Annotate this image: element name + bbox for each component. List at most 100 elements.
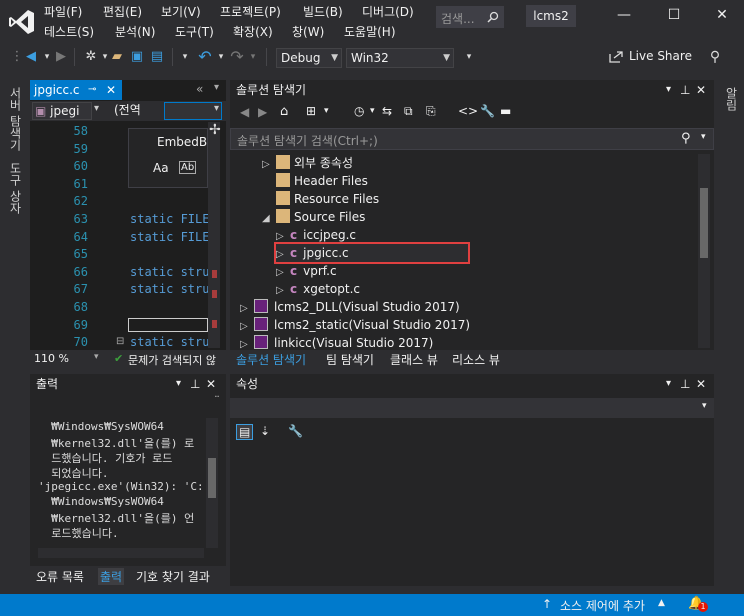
undo-dropdown-icon[interactable]: ▾ xyxy=(176,48,194,66)
tree-item[interactable]: Resource Files xyxy=(230,190,690,208)
pin-icon[interactable]: ⊸ xyxy=(88,80,96,100)
check-circle-icon: ✔ xyxy=(114,352,124,365)
pin-icon[interactable]: ⊥ xyxy=(680,374,690,394)
collapse-region-icon[interactable]: ⊟ xyxy=(116,336,124,347)
solution-bottom-tab[interactable]: 솔루션 탐색기 xyxy=(236,351,306,368)
pending-changes-icon[interactable]: ◷ xyxy=(354,104,364,118)
tab-close-icon[interactable]: ✕ xyxy=(106,80,116,100)
panel-close-icon[interactable]: ✕ xyxy=(206,374,216,394)
menu-debug[interactable]: 디버그(D) xyxy=(362,3,414,20)
save-icon[interactable]: ▣ xyxy=(128,48,146,66)
output-overflow-icon[interactable]: ¨ xyxy=(214,394,220,408)
issues-status[interactable]: 문제가 검색되지 않 xyxy=(128,352,216,368)
zoom-level[interactable]: 110 % xyxy=(34,352,69,365)
code-line[interactable]: static stru xyxy=(130,335,209,349)
solution-bottom-tab[interactable]: 클래스 뷰 xyxy=(390,351,438,368)
match-case-icon[interactable]: Aa xyxy=(153,161,169,175)
scope-nav-select[interactable]: (전역 xyxy=(112,102,162,120)
editor-scrollbar[interactable] xyxy=(208,122,220,348)
output-scrollbar[interactable] xyxy=(206,418,218,548)
menu-edit[interactable]: 편집(E) xyxy=(103,3,142,20)
preview-icon[interactable]: ▬ xyxy=(500,104,511,118)
back-icon[interactable]: ◀ xyxy=(240,105,249,119)
toolbox-tab[interactable]: 도구 상자 xyxy=(4,158,24,218)
pin-icon[interactable]: ⊥ xyxy=(190,374,200,394)
code-line[interactable]: static FILE xyxy=(130,212,209,226)
menu-help[interactable]: 도움말(H) xyxy=(344,23,396,40)
collapse-all-icon[interactable]: ⧉ xyxy=(404,104,413,119)
tree-item[interactable]: ▷ c iccjpeg.c xyxy=(230,226,690,244)
solution-platform-select[interactable]: Win32 ▼ xyxy=(346,48,454,68)
redo-list-icon[interactable]: ▾ xyxy=(244,48,262,66)
sync-icon[interactable]: ⇆ xyxy=(382,104,392,118)
panel-close-icon[interactable]: ✕ xyxy=(696,374,706,394)
split-editor-icon[interactable]: ✢ xyxy=(209,122,221,138)
alphabetical-icon[interactable]: ⇣ xyxy=(260,424,270,438)
categorized-icon[interactable]: ▤ xyxy=(236,424,254,440)
output-bottom-tab[interactable]: 기호 찾기 결과 xyxy=(136,568,210,585)
pin-icon[interactable]: ⊥ xyxy=(680,80,690,100)
save-all-icon[interactable]: ▤ xyxy=(148,48,166,66)
add-to-source-control-button[interactable]: 소스 제어에 추가 xyxy=(560,597,645,614)
solution-configuration-select[interactable]: Debug ▼ xyxy=(276,48,342,68)
code-line[interactable]: static FILE xyxy=(130,230,209,244)
code-line[interactable]: static stru xyxy=(130,282,209,296)
close-button[interactable]: ✕ xyxy=(702,0,742,30)
menu-build[interactable]: 빌드(B) xyxy=(303,3,343,20)
search-icon[interactable]: ⚲ xyxy=(681,131,691,146)
toolbar-overflow-icon[interactable]: ▾ xyxy=(460,48,478,66)
properties-object-select[interactable]: ▾ xyxy=(230,398,714,418)
property-pages-wrench-icon[interactable]: 🔧 xyxy=(288,424,303,438)
window-position-icon[interactable]: ▾ xyxy=(176,374,181,394)
window-position-icon[interactable]: ▾ xyxy=(666,374,671,394)
menu-tools[interactable]: 도구(T) xyxy=(175,23,214,40)
output-bottom-tab[interactable]: 출력 xyxy=(98,568,125,585)
home-icon[interactable]: ⌂ xyxy=(280,104,288,119)
solution-bottom-tab[interactable]: 리소스 뷰 xyxy=(452,351,500,368)
code-icon[interactable]: <> xyxy=(458,104,478,118)
project-nav-select[interactable]: ▣ jpegi xyxy=(32,102,92,120)
code-line[interactable]: static stru xyxy=(130,265,209,279)
tree-item[interactable]: Header Files xyxy=(230,172,690,190)
output-bottom-tab[interactable]: 오류 목록 xyxy=(36,568,84,585)
server-explorer-tab[interactable]: 서버 탐색기 xyxy=(4,84,24,154)
menu-test[interactable]: 테스트(S) xyxy=(44,23,94,40)
scrollbar-thumb[interactable] xyxy=(700,188,708,258)
solution-bottom-tab[interactable]: 팀 탐색기 xyxy=(326,351,374,368)
minimize-button[interactable]: — xyxy=(604,0,644,30)
document-tab-jpgicc[interactable]: jpgicc.c ⊸ ✕ xyxy=(30,80,122,100)
tree-item[interactable]: ▷ c jpgicc.c xyxy=(274,242,470,264)
window-position-icon[interactable]: ▾ xyxy=(666,80,671,100)
quick-launch-search[interactable]: 검색... xyxy=(436,6,504,28)
open-folder-icon[interactable]: ▰ xyxy=(108,48,126,66)
menu-view[interactable]: 보기(V) xyxy=(161,3,201,20)
live-share-button[interactable]: Live Share xyxy=(629,49,692,63)
feedback-icon[interactable]: ⚲ xyxy=(706,48,724,66)
menu-file[interactable]: 파일(F) xyxy=(44,3,82,20)
switch-views-icon[interactable]: ⊞ xyxy=(306,104,316,118)
show-all-files-icon[interactable]: ⎘ xyxy=(426,104,436,119)
tree-scrollbar[interactable] xyxy=(698,154,710,348)
properties-wrench-icon[interactable]: 🔧 xyxy=(480,104,495,118)
menu-window[interactable]: 창(W) xyxy=(292,23,324,40)
output-text[interactable]: ₩Windows₩SysWOW64 ₩kernel32.dll'을(를) 로 드… xyxy=(30,418,204,548)
tree-item[interactable]: ▷ c vprf.c xyxy=(230,262,690,280)
forward-icon[interactable]: ▶ xyxy=(52,48,70,66)
tree-item[interactable]: ▷ c xgetopt.c xyxy=(230,280,690,298)
panel-close-icon[interactable]: ✕ xyxy=(696,80,706,100)
forward-icon[interactable]: ▶ xyxy=(258,105,267,119)
tree-item[interactable]: ▷ lcms2_static(Visual Studio 2017) xyxy=(230,316,690,334)
menu-extensions[interactable]: 확장(X) xyxy=(233,23,273,40)
tab-scroll-icon[interactable]: « xyxy=(196,82,203,96)
tree-item[interactable]: ▷ 외부 종속성 xyxy=(230,154,690,172)
output-hscrollbar[interactable] xyxy=(38,548,204,558)
tab-overflow-icon[interactable]: ▾ xyxy=(214,82,219,93)
solution-search-input[interactable]: 솔루션 탐색기 검색(Ctrl+;) ⚲ ▾ xyxy=(230,128,714,150)
notifications-tab[interactable]: 알림 xyxy=(720,84,740,114)
tree-item[interactable]: ▷ lcms2_DLL(Visual Studio 2017) xyxy=(230,298,690,316)
menu-project[interactable]: 프로젝트(P) xyxy=(220,3,281,20)
match-word-icon[interactable]: Ab xyxy=(179,161,197,174)
menu-analyze[interactable]: 분석(N) xyxy=(115,23,155,40)
tree-item[interactable]: ◢ Source Files xyxy=(230,208,690,226)
maximize-button[interactable]: ☐ xyxy=(654,0,694,30)
